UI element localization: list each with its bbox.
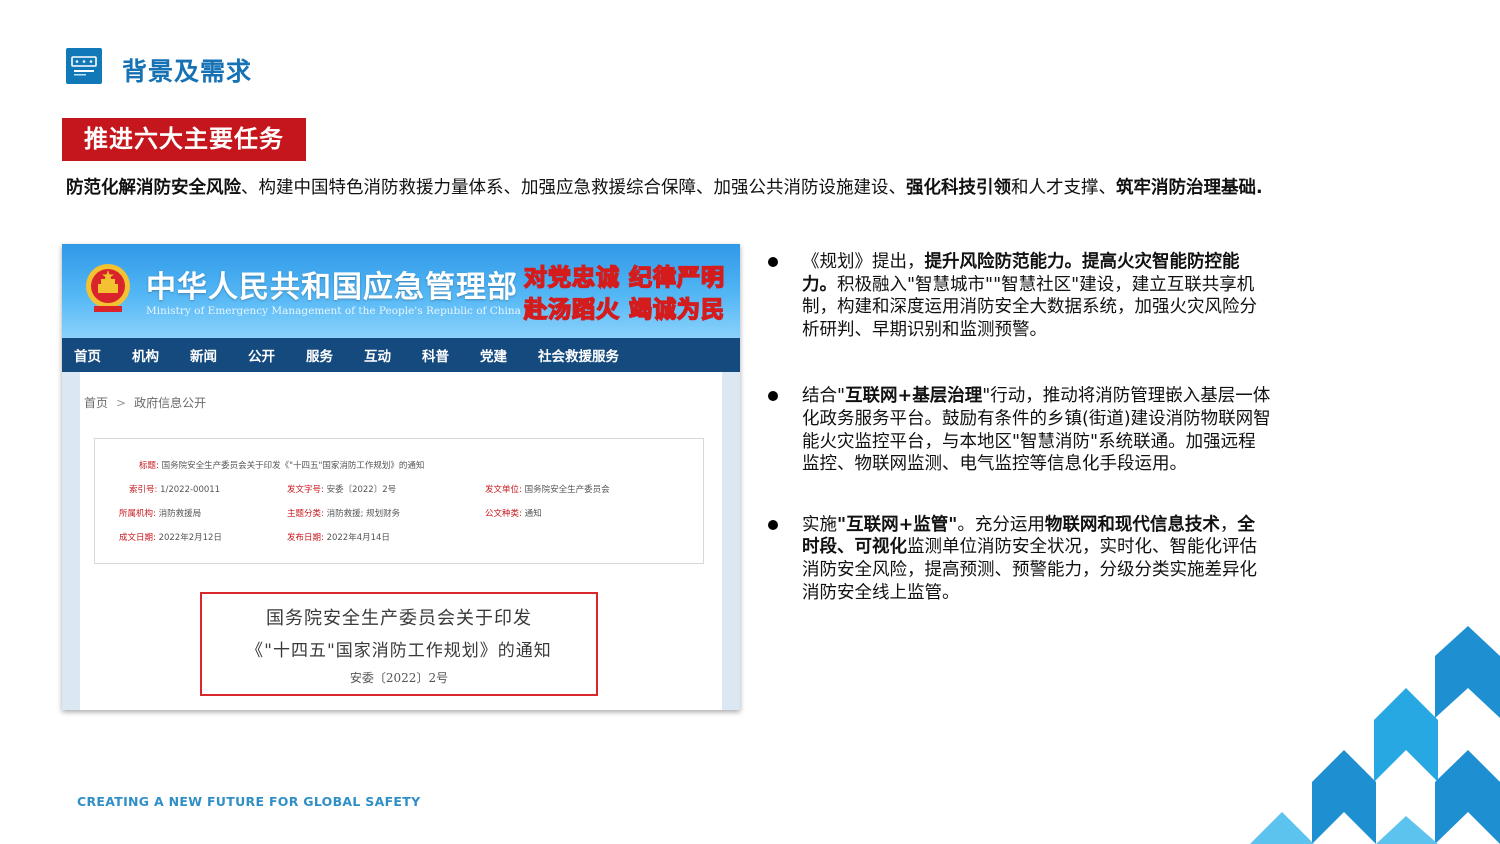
meta-docno-value: 安委〔2022〕2号 (326, 485, 397, 495)
bullet-list: 《规划》提出，提升风险防范能力。提高火灾智能防控能力。积极融入"智慧城市""智慧… (766, 251, 1272, 604)
bullet-2-bold: 互联网+基层治理 (845, 386, 983, 407)
meta-topic-key: 主题分类: (287, 509, 324, 519)
content-side-right (722, 372, 740, 710)
bullet-3-bold-2: 物联网和现代信息技术 (1044, 514, 1220, 535)
meta-docno-key: 发文字号: (287, 485, 324, 495)
page-title: 背景及需求 (122, 57, 253, 86)
intro-text-2: 和人才支撑、 (1011, 178, 1116, 198)
nav-item-interaction[interactable]: 互动 (364, 345, 391, 365)
meta-issuer-key: 发文单位: (485, 485, 522, 495)
nav-item-home[interactable]: 首页 (74, 345, 101, 365)
meta-issuer: 发文单位: 国务院安全生产委员会 (485, 483, 610, 495)
meta-published-value: 2022年4月14日 (326, 533, 390, 543)
meta-org-value: 消防救援局 (158, 509, 202, 519)
intro-paragraph: 防范化解消防安全风险、构建中国特色消防救援力量体系、加强应急救援综合保障、加强公… (66, 177, 1276, 200)
meta-type-value: 通知 (524, 509, 542, 519)
intro-bold-3: 筑牢消防治理基础 (1116, 178, 1256, 198)
nav-item-news[interactable]: 新闻 (190, 345, 217, 365)
meta-topic-value: 消防救援; 规划财务 (326, 509, 401, 519)
company-logo-icon (66, 48, 102, 84)
nav-item-institutions[interactable]: 机构 (132, 345, 159, 365)
bullet-2-text-a: 结合" (802, 386, 846, 407)
breadcrumb: 首页 > 政府信息公开 (84, 394, 206, 411)
meta-created: 成文日期: 2022年2月12日 (119, 531, 222, 543)
notice-doc-number: 安委〔2022〕2号 (349, 671, 449, 685)
nav-item-public[interactable]: 公开 (248, 345, 275, 365)
bullet-item-3: 实施"互联网+监管"。充分运用物联网和现代信息技术，全时段、可视化监测单位消防安… (766, 514, 1272, 604)
meta-published-key: 发布日期: (287, 533, 324, 543)
bullet-3-text-b: 。充分运用 (957, 514, 1045, 535)
notice-title-box: 国务院安全生产委员会关于印发 《"十四五"国家消防工作规划》的通知 安委〔202… (200, 592, 598, 696)
meta-org-key: 所属机构: (119, 509, 156, 519)
content-side-left (62, 372, 80, 710)
notice-title-line-2: 《"十四五"国家消防工作规划》的通知 (246, 641, 552, 661)
footer-tagline: CREATING A NEW FUTURE FOR GLOBAL SAFETY (77, 794, 421, 809)
intro-bold-2: 强化科技引领 (906, 178, 1011, 198)
ministry-name-cn: 中华人民共和国应急管理部 (146, 270, 518, 305)
nav-item-party[interactable]: 党建 (480, 345, 507, 365)
bullet-item-1: 《规划》提出，提升风险防范能力。提高火灾智能防控能力。积极融入"智慧城市""智慧… (766, 251, 1272, 341)
meta-index-value: 1/2022-00011 (160, 485, 221, 495)
bullet-3-bold: "互联网+监管" (837, 514, 958, 535)
bullet-3-text-c: ， (1219, 514, 1238, 535)
breadcrumb-separator: > (116, 396, 127, 410)
meta-published: 发布日期: 2022年4月14日 (287, 531, 390, 543)
bullet-1-text-a: 《规划》提出， (802, 252, 925, 272)
slogan-line-1: 对党忠诚 纪律严明 (523, 263, 726, 292)
meta-org: 所属机构: 消防救援局 (119, 507, 201, 519)
meta-title: 标题: 国务院安全生产委员会关于印发《"十四五"国家消防工作规划》的通知 (139, 459, 424, 471)
nav-item-rescue-services[interactable]: 社会救援服务 (538, 345, 619, 365)
ministry-name-en: Ministry of Emergency Management of the … (146, 305, 521, 317)
bullet-dot-icon (768, 257, 778, 267)
meta-topic: 主题分类: 消防救援; 规划财务 (287, 507, 400, 519)
intro-text-1: 、构建中国特色消防救援力量体系、加强应急救援综合保障、加强公共消防设施建设、 (241, 178, 906, 198)
task-banner: 推进六大主要任务 (62, 118, 306, 161)
breadcrumb-home[interactable]: 首页 (84, 396, 108, 410)
meta-title-value: 国务院安全生产委员会关于印发《"十四五"国家消防工作规划》的通知 (161, 461, 425, 471)
ministry-website-screenshot: 中华人民共和国应急管理部 Ministry of Emergency Manag… (62, 244, 740, 710)
meta-issuer-value: 国务院安全生产委员会 (524, 485, 610, 495)
meta-type-key: 公文种类: (485, 509, 522, 519)
meta-created-key: 成文日期: (119, 533, 156, 543)
decorative-chevrons-graphic (1250, 626, 1500, 844)
breadcrumb-current[interactable]: 政府信息公开 (134, 396, 206, 410)
bullet-dot-icon (768, 519, 778, 530)
website-header: 中华人民共和国应急管理部 Ministry of Emergency Manag… (62, 244, 740, 338)
national-emblem-icon (86, 264, 130, 312)
meta-type: 公文种类: 通知 (485, 507, 542, 519)
meta-title-key: 标题: (139, 461, 159, 471)
intro-bold-1: 防范化解消防安全风险 (66, 178, 241, 198)
bullet-dot-icon (768, 391, 778, 402)
nav-item-science[interactable]: 科普 (422, 345, 449, 365)
meta-index-key: 索引号: (129, 485, 158, 495)
slogan-line-2: 赴汤蹈火 竭诚为民 (523, 295, 726, 324)
document-meta-box: 标题: 国务院安全生产委员会关于印发《"十四五"国家消防工作规划》的通知 索引号… (94, 438, 704, 564)
intro-end: . (1256, 178, 1263, 198)
meta-created-value: 2022年2月12日 (158, 533, 222, 543)
bullet-1-text-b: 积极融入"智慧城市""智慧社区"建设，建立互联共享机制，构建和深度运用消防安全大… (802, 274, 1257, 340)
notice-title-line-1: 国务院安全生产委员会关于印发 (266, 608, 532, 629)
meta-index: 索引号: 1/2022-00011 (129, 483, 220, 495)
website-navbar: 首页 机构 新闻 公开 服务 互动 科普 党建 社会救援服务 (62, 338, 740, 372)
bullet-item-2: 结合"互联网+基层治理"行动，推动将消防管理嵌入基层一体化政务服务平台。鼓励有条… (766, 385, 1272, 475)
meta-docno: 发文字号: 安委〔2022〕2号 (287, 483, 396, 495)
website-content: 首页 > 政府信息公开 标题: 国务院安全生产委员会关于印发《"十四五"国家消防工作… (62, 372, 740, 710)
nav-item-services[interactable]: 服务 (306, 345, 333, 365)
bullet-3-text-a: 实施 (802, 514, 837, 535)
